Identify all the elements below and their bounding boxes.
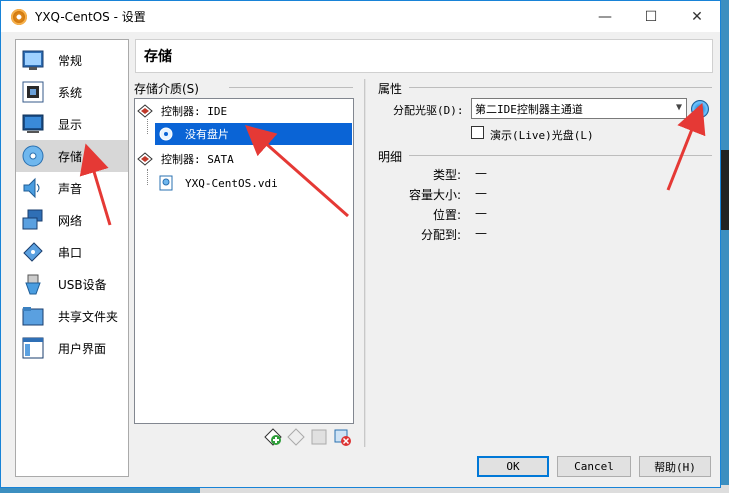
sidebar-item-user-interface[interactable]: 用户界面: [16, 332, 128, 364]
group-divider: [229, 87, 353, 88]
attributes-group-title: 属性: [378, 82, 403, 96]
serial-port-icon: [22, 241, 44, 263]
minimize-button[interactable]: —: [582, 1, 628, 32]
details-group-title: 明细: [378, 150, 403, 164]
detail-row-size: 容量大小:: [381, 186, 461, 202]
system-chip-icon: [22, 81, 44, 103]
detail-value: —: [475, 166, 487, 180]
sidebar-item-label: 共享文件夹: [58, 309, 119, 324]
maximize-button[interactable]: ☐: [628, 1, 674, 32]
storage-media-group-title: 存储介质(S): [134, 82, 199, 96]
tree-item-sata-controller[interactable]: 控制器: SATA: [137, 148, 351, 170]
sidebar-item-shared-folders[interactable]: 共享文件夹: [16, 300, 128, 332]
sidebar-item-storage[interactable]: 存储: [16, 140, 128, 172]
remove-attachment-icon[interactable]: [333, 428, 351, 446]
display-monitor-icon: [22, 113, 44, 135]
page-header: 存储: [135, 39, 713, 73]
window-title: YXQ-CentOS - 设置: [35, 10, 146, 24]
sidebar-item-general[interactable]: 常规: [16, 44, 128, 76]
tree-connector: [147, 169, 148, 185]
user-interface-icon: [22, 337, 44, 359]
storage-disk-icon: [22, 145, 44, 167]
sidebar-item-label: 用户界面: [58, 341, 107, 356]
sidebar-item-display[interactable]: 显示: [16, 108, 128, 140]
help-button[interactable]: 帮助(H): [639, 456, 711, 477]
cancel-button[interactable]: Cancel: [557, 456, 631, 477]
choose-disc-icon[interactable]: [691, 100, 709, 118]
detail-label: 分配到:: [420, 228, 461, 242]
title-bar[interactable]: YXQ-CentOS - 设置 — ☐ ✕: [1, 1, 720, 32]
folder-icon: [22, 305, 44, 327]
close-button[interactable]: ✕: [674, 1, 720, 32]
window-controls: — ☐ ✕: [582, 1, 720, 32]
sidebar-item-label: 存储: [58, 149, 83, 164]
sidebar-item-usb[interactable]: USB设备: [16, 268, 128, 300]
sidebar-item-label: 系统: [58, 85, 83, 100]
sidebar-item-label: 显示: [58, 117, 83, 132]
detail-value: —: [475, 206, 487, 220]
group-divider: [409, 155, 712, 156]
settings-sidebar: 常规 系统 显示 存储 声音 网络 串口 USB设备 共享文件夹 用户界面: [15, 39, 129, 477]
sidebar-item-label: 串口: [58, 245, 83, 260]
detail-label: 位置:: [432, 208, 461, 222]
group-divider: [409, 87, 712, 88]
tree-item-empty-optical[interactable]: 没有盘片: [155, 123, 352, 145]
storage-tree[interactable]: 控制器: IDE 没有盘片 控制器: SATA YXQ-CentOS.vdi: [134, 98, 354, 424]
drive-select[interactable]: 第二IDE控制器主通道 ▼: [471, 98, 687, 119]
detail-row-location: 位置:: [381, 206, 461, 222]
speaker-icon: [22, 177, 44, 199]
sidebar-item-label: USB设备: [58, 277, 107, 292]
detail-value: —: [475, 226, 487, 240]
detail-row-type: 类型:: [381, 166, 461, 182]
settings-window: YXQ-CentOS - 设置 — ☐ ✕ 常规 系统 显示 存储 声音 网络 …: [0, 0, 721, 488]
sidebar-item-label: 网络: [58, 213, 83, 228]
chevron-down-icon: ▼: [675, 102, 682, 113]
tree-item-vdi-disk[interactable]: YXQ-CentOS.vdi: [155, 172, 352, 194]
detail-label: 容量大小:: [408, 188, 461, 202]
drive-select-value: 第二IDE控制器主通道: [475, 102, 583, 116]
tree-item-label: 没有盘片: [185, 128, 229, 141]
tree-item-label: 控制器: IDE: [161, 105, 228, 118]
panel-divider: [364, 79, 366, 447]
remove-controller-icon[interactable]: [287, 428, 305, 446]
detail-value: —: [475, 186, 487, 200]
tree-item-ide-controller[interactable]: 控制器: IDE: [137, 100, 351, 122]
sidebar-item-label: 常规: [58, 53, 83, 68]
network-icon: [22, 209, 44, 231]
controller-icon: [137, 152, 153, 166]
tree-item-label: YXQ-CentOS.vdi: [185, 176, 278, 190]
usb-icon: [22, 273, 44, 295]
sidebar-item-label: 声音: [58, 181, 83, 196]
sidebar-item-network[interactable]: 网络: [16, 204, 128, 236]
sidebar-item-serial-port[interactable]: 串口: [16, 236, 128, 268]
sidebar-item-system[interactable]: 系统: [16, 76, 128, 108]
hard-disk-icon: [159, 175, 173, 191]
detail-label: 类型:: [432, 168, 461, 182]
ok-button[interactable]: OK: [477, 456, 549, 477]
live-cd-checkbox[interactable]: [471, 126, 484, 139]
virtualbox-gear-icon: [11, 8, 27, 25]
sidebar-item-audio[interactable]: 声音: [16, 172, 128, 204]
live-cd-label[interactable]: 演示(Live)光盘(L): [490, 127, 594, 143]
drive-label: 分配光驱(D):: [393, 104, 464, 117]
optical-disc-icon: [159, 127, 173, 141]
add-attachment-icon[interactable]: [310, 428, 328, 446]
detail-row-attached-to: 分配到:: [381, 226, 461, 242]
tree-item-label: 控制器: SATA: [161, 153, 234, 166]
background-window-edge-right: [721, 150, 729, 230]
add-controller-icon[interactable]: [264, 428, 282, 446]
page-title: 存储: [144, 49, 172, 65]
general-icon: [22, 49, 44, 71]
controller-icon: [137, 104, 153, 118]
